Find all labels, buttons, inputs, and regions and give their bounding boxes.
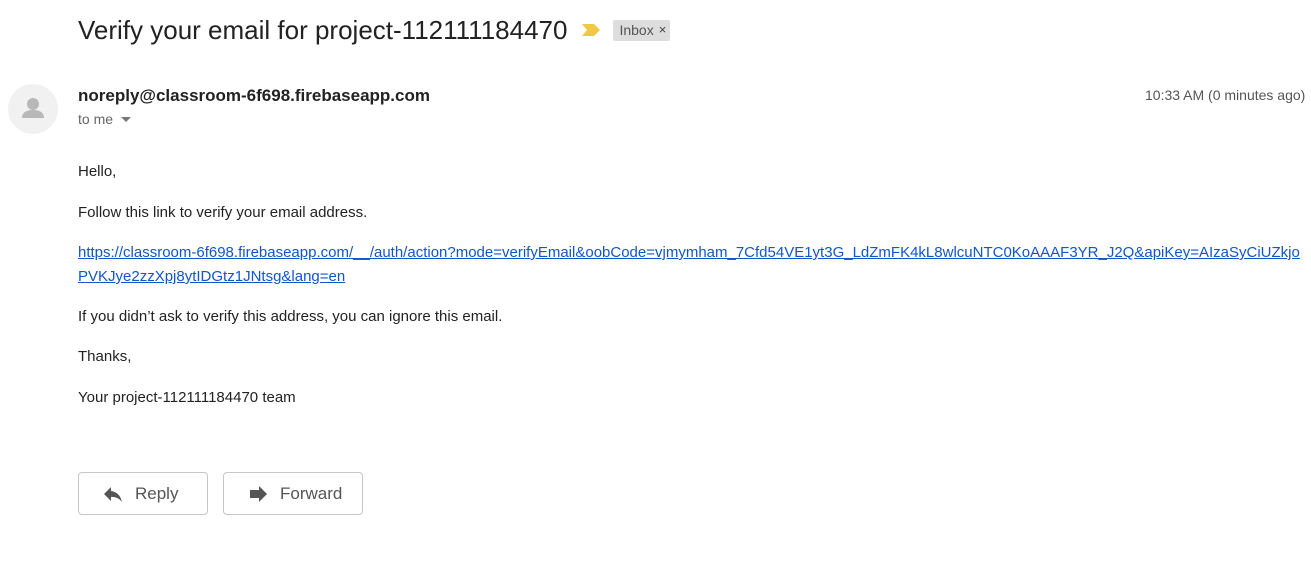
label-text: Inbox	[619, 21, 654, 38]
chevron-down-icon[interactable]	[121, 116, 132, 122]
sender-avatar	[8, 84, 58, 134]
importance-marker-icon[interactable]	[581, 23, 601, 37]
message-timestamp: 10:33 AM (0 minutes ago)	[1145, 87, 1306, 103]
person-icon	[22, 98, 44, 118]
sender-address[interactable]: noreply@classroom-6f698.firebaseapp.com	[78, 86, 430, 106]
verify-link-paragraph: https://classroom-6f698.firebaseapp.com/…	[78, 241, 1303, 289]
thanks-text: Thanks,	[78, 348, 132, 365]
email-subject: Verify your email for project-1121111844…	[78, 15, 568, 45]
recipient-line[interactable]: to me	[78, 111, 132, 127]
recipient-text: to me	[78, 111, 114, 127]
reply-icon	[101, 482, 125, 506]
ignore-note-text: If you didn’t ask to verify this address…	[78, 308, 503, 325]
instruction-text: Follow this link to verify your email ad…	[78, 204, 368, 221]
reply-button[interactable]: Reply	[78, 472, 208, 515]
forward-label: Forward	[280, 483, 343, 503]
forward-icon	[246, 482, 270, 506]
subject-row: Verify your email for project-1121111844…	[78, 12, 671, 48]
inbox-label-chip[interactable]: Inbox ×	[613, 19, 671, 41]
remove-label-icon[interactable]: ×	[659, 21, 667, 39]
signature-text: Your project-112111184470 team	[78, 389, 296, 406]
email-view: Verify your email for project-1121111844…	[0, 0, 1311, 562]
reply-label: Reply	[135, 483, 179, 503]
greeting-text: Hello,	[78, 163, 117, 180]
forward-button[interactable]: Forward	[223, 472, 363, 515]
verify-email-link[interactable]: https://classroom-6f698.firebaseapp.com/…	[78, 244, 1300, 285]
